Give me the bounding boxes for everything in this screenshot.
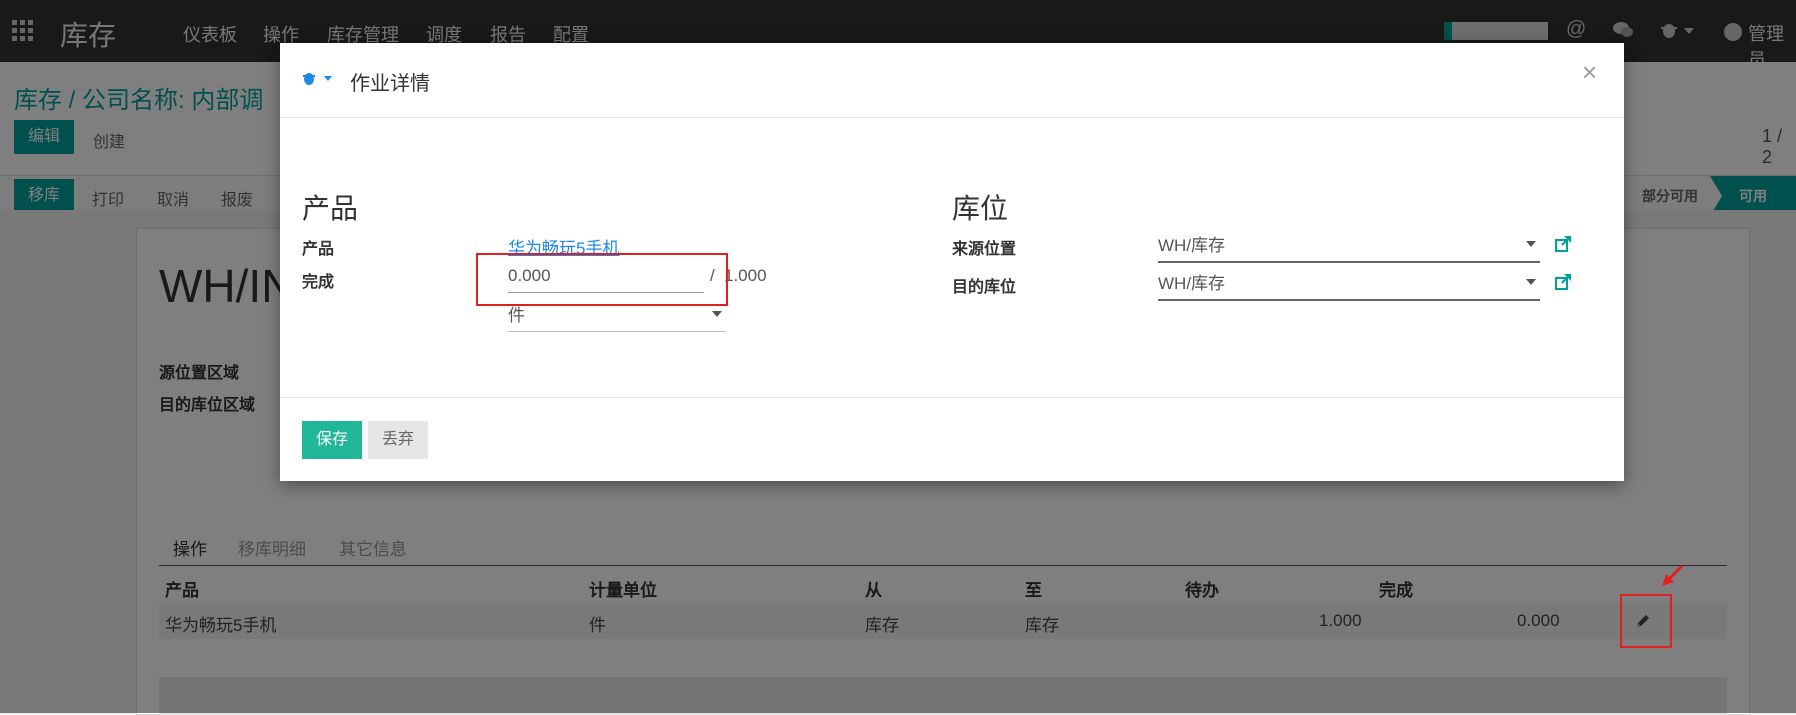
discard-button[interactable]: 丢弃: [368, 421, 428, 459]
chevron-down-icon: [1526, 241, 1536, 247]
done-field-highlight: [476, 253, 728, 306]
done-label: 完成: [302, 274, 335, 291]
location-section-title: 库位: [952, 193, 1009, 224]
external-link-icon[interactable]: [1554, 235, 1572, 253]
dest-location-label: 目的库位: [952, 279, 1017, 296]
external-link-icon[interactable]: [1554, 273, 1572, 291]
bug-icon[interactable]: [302, 69, 336, 90]
source-location-select[interactable]: WH/库存: [1158, 231, 1540, 263]
source-location-value: WH/库存: [1158, 236, 1226, 255]
source-location-label: 来源位置: [952, 241, 1017, 258]
done-total: 1.000: [724, 266, 767, 285]
uom-value: 件: [508, 306, 525, 325]
operation-details-dialog: 作业详情 × 产品 产品 华为畅玩5手机 完成 0.000 / 1.000 件 …: [280, 43, 1624, 481]
dest-location-select[interactable]: WH/库存: [1158, 269, 1540, 301]
close-icon[interactable]: ×: [1582, 57, 1597, 88]
chevron-down-icon: [1526, 279, 1536, 285]
save-button[interactable]: 保存: [302, 421, 362, 459]
product-section-title: 产品: [302, 193, 359, 224]
dest-location-value: WH/库存: [1158, 274, 1226, 293]
product-label: 产品: [302, 241, 335, 258]
header-divider: [280, 117, 1624, 118]
arrow-icon: [1658, 562, 1686, 593]
dialog-title: 作业详情: [350, 73, 430, 95]
edit-row-highlight: [1620, 594, 1672, 648]
uom-select[interactable]: 件: [508, 301, 726, 332]
footer-divider: [280, 397, 1624, 398]
chevron-down-icon: [712, 311, 722, 317]
